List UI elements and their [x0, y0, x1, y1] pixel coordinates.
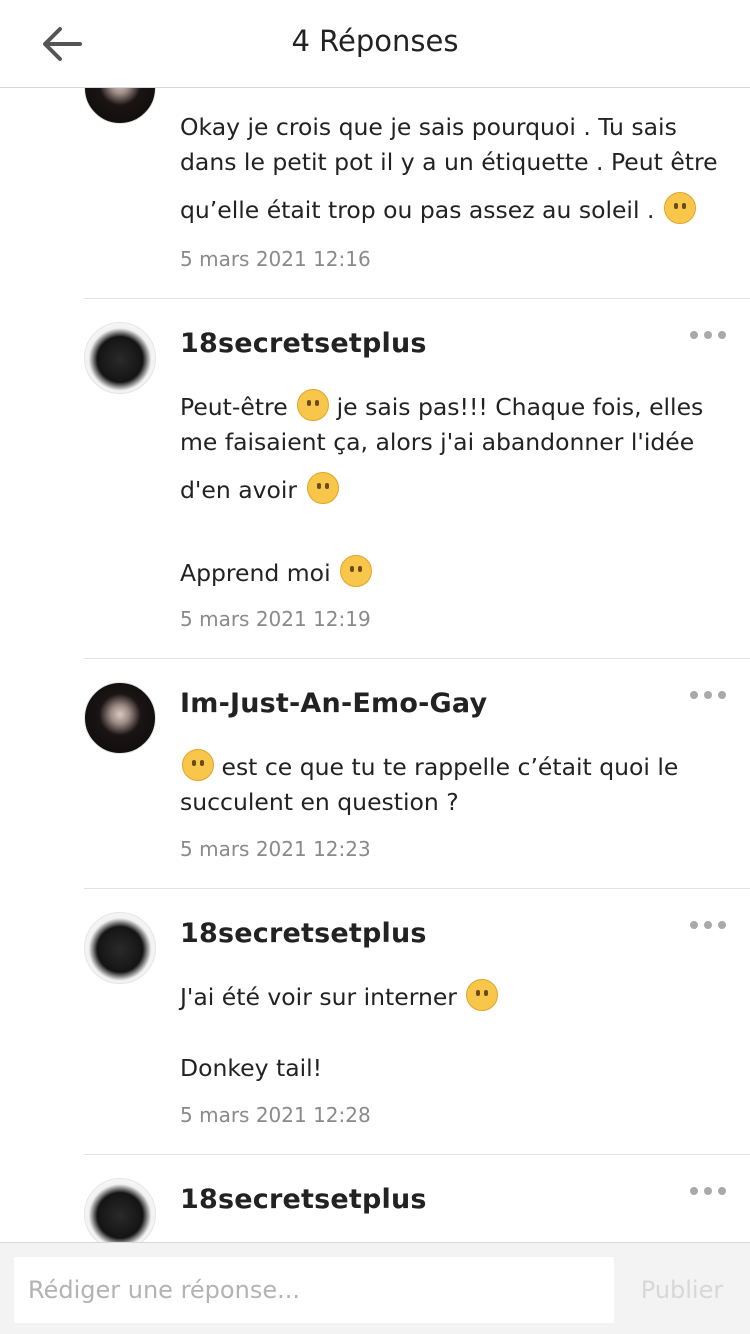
dot-icon — [704, 1187, 712, 1195]
reply-item: Im-Just-An-Emo-Gay est ce que tu te rapp… — [0, 659, 750, 888]
reply-username[interactable]: 18secretsetplus — [180, 1184, 427, 1215]
dot-icon — [704, 691, 712, 699]
rofl-face-icon — [182, 749, 214, 781]
reply-item: 18secretsetplus J'ai été voir sur intern… — [0, 889, 750, 1154]
dot-icon — [690, 691, 698, 699]
dot-icon — [690, 331, 698, 339]
pensive-face-icon — [306, 472, 339, 504]
more-options-button[interactable] — [686, 913, 730, 937]
reply-composer: Publier — [0, 1242, 750, 1334]
avatar[interactable] — [84, 322, 156, 394]
dot-icon — [718, 331, 726, 339]
reply-body: est ce que tu te rappelle c’était quoi l… — [180, 749, 720, 820]
publish-button[interactable]: Publier — [622, 1257, 742, 1323]
reply-timestamp: 5 mars 2021 12:23 — [180, 837, 371, 861]
reply-body: J'ai été voir sur interner Donkey tail! — [180, 979, 720, 1086]
avatar[interactable] — [84, 912, 156, 984]
dot-icon — [704, 331, 712, 339]
crying-face-icon — [297, 389, 330, 421]
reply-username[interactable]: 18secretsetplus — [180, 918, 427, 949]
grinning-face-icon — [466, 979, 499, 1011]
avatar[interactable] — [84, 1178, 156, 1242]
reply-input[interactable] — [14, 1257, 614, 1323]
reply-body: Okay je crois que je sais pourquoi . Tu … — [180, 113, 718, 224]
dot-icon — [718, 691, 726, 699]
reply-body: Peut-être je sais pas!!! Chaque fois, el… — [180, 389, 720, 591]
replies-list[interactable]: Okay je crois que je sais pourquoi . Tu … — [0, 88, 750, 1242]
reply-timestamp: 5 mars 2021 12:19 — [180, 607, 371, 631]
dot-icon — [704, 921, 712, 929]
worried-face-icon — [663, 192, 696, 224]
reply-item: 18secretsetplus — [0, 1155, 750, 1242]
more-options-button[interactable] — [686, 1179, 730, 1203]
reply-timestamp: 5 mars 2021 12:28 — [180, 1103, 371, 1127]
pleading-face-icon — [340, 555, 373, 587]
dot-icon — [718, 921, 726, 929]
top-bar: 4 Réponses — [0, 0, 750, 88]
reply-username[interactable]: 18secretsetplus — [180, 328, 427, 359]
dot-icon — [690, 1187, 698, 1195]
avatar[interactable] — [84, 682, 156, 754]
dot-icon — [718, 1187, 726, 1195]
avatar[interactable] — [84, 88, 156, 124]
more-options-button[interactable] — [686, 323, 730, 347]
dot-icon — [690, 921, 698, 929]
page-title: 4 Réponses — [291, 24, 459, 58]
reply-username[interactable]: Im-Just-An-Emo-Gay — [180, 688, 487, 719]
reply-item: 18secretsetplus Peut-être je sais pas!!!… — [0, 299, 750, 658]
more-options-button[interactable] — [686, 683, 730, 707]
reply-timestamp: 5 mars 2021 12:16 — [180, 247, 371, 271]
reply-item: Okay je crois que je sais pourquoi . Tu … — [0, 88, 750, 298]
